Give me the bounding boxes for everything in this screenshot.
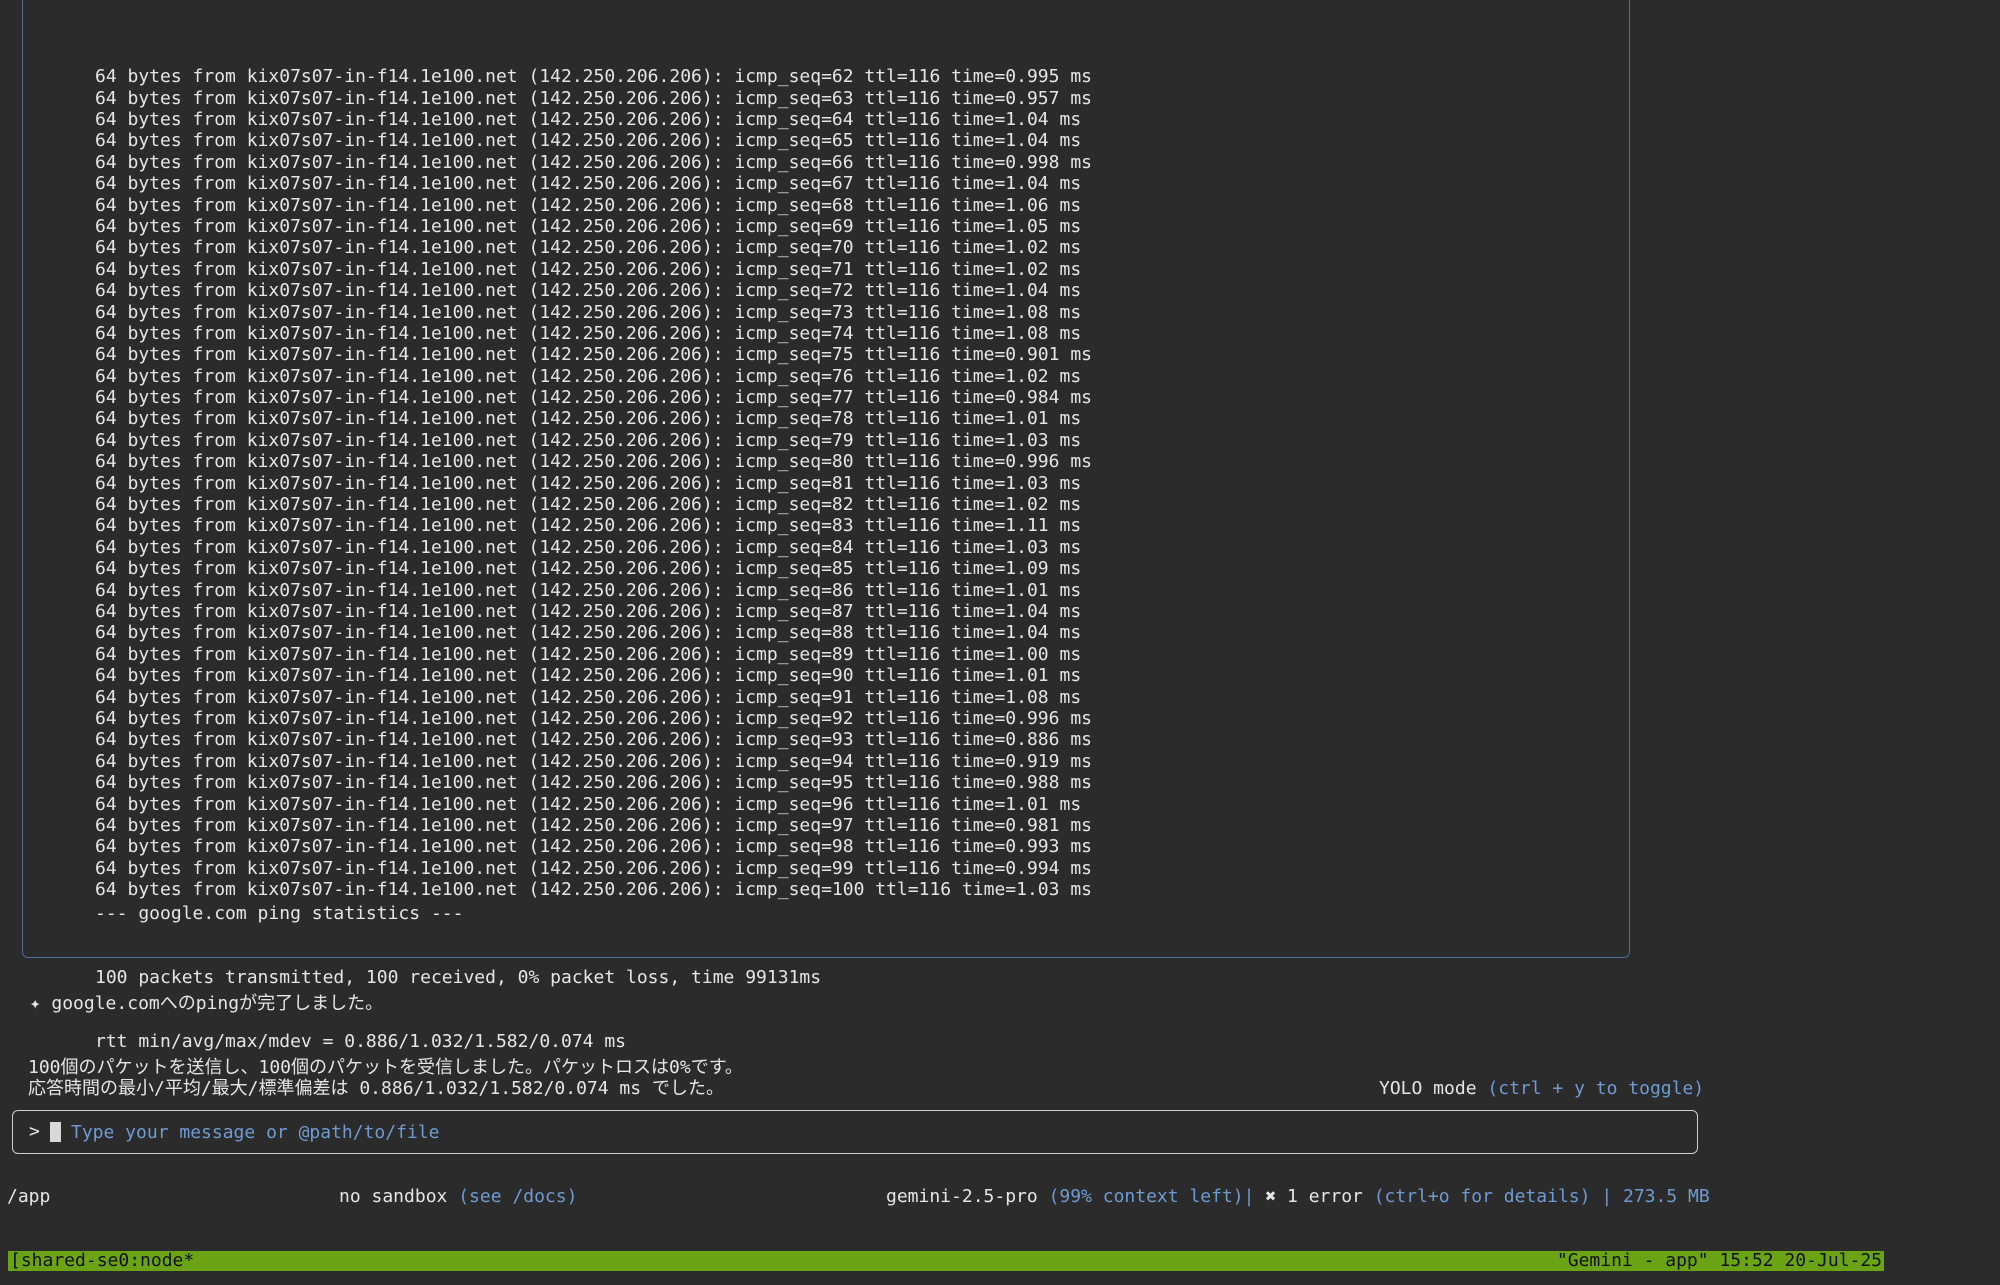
tmux-session[interactable]: [shared-se0:node* [10, 1251, 194, 1271]
ping-line: 64 bytes from kix07s07-in-f14.1e100.net … [95, 429, 1082, 451]
cwd-path: /app [7, 1186, 51, 1207]
ping-line: 64 bytes from kix07s07-in-f14.1e100.net … [95, 322, 1082, 344]
ping-line: 64 bytes from kix07s07-in-f14.1e100.net … [95, 173, 1082, 195]
ping-line: 64 bytes from kix07s07-in-f14.1e100.net … [95, 194, 1082, 216]
context-left: (99% context left) [1048, 1186, 1244, 1207]
ping-line: 64 bytes from kix07s07-in-f14.1e100.net … [95, 536, 1082, 558]
tmux-status-bar: [shared-se0:node* "Gemini - app" 15:52 2… [8, 1251, 1884, 1271]
ping-line: 64 bytes from kix07s07-in-f14.1e100.net … [95, 772, 1092, 794]
model-status: gemini-2.5-pro (99% context left)| ✖ 1 e… [886, 1186, 1710, 1207]
ping-output: 64 bytes from kix07s07-in-f14.1e100.net … [95, 2, 1092, 900]
assistant-body: 100個のパケットを送信し、100個のパケットを受信しました。パケットロスは0%… [8, 1057, 743, 1100]
ping-line: 64 bytes from kix07s07-in-f14.1e100.net … [95, 344, 1092, 366]
ping-line: 64 bytes from kix07s07-in-f14.1e100.net … [95, 258, 1082, 280]
error-icon: ✖ [1265, 1186, 1277, 1207]
ping-line: 64 bytes from kix07s07-in-f14.1e100.net … [95, 494, 1082, 516]
ping-line: 64 bytes from kix07s07-in-f14.1e100.net … [95, 814, 1092, 836]
message-input[interactable] [69, 1115, 1673, 1149]
prompt-chevron-icon: > [29, 1121, 40, 1142]
ping-line: 64 bytes from kix07s07-in-f14.1e100.net … [95, 750, 1092, 772]
tool-output-box: 64 bytes from kix07s07-in-f14.1e100.net … [22, 0, 1630, 1052]
ping-line: 64 bytes from kix07s07-in-f14.1e100.net … [95, 836, 1092, 858]
ping-line: 64 bytes from kix07s07-in-f14.1e100.net … [95, 793, 1082, 815]
ping-line: 64 bytes from kix07s07-in-f14.1e100.net … [95, 600, 1082, 622]
ping-line: 64 bytes from kix07s07-in-f14.1e100.net … [95, 558, 1082, 580]
ping-line: 64 bytes from kix07s07-in-f14.1e100.net … [95, 130, 1082, 152]
tmux-window-title: "Gemini - app" 15:52 20-Jul-25 [1556, 1250, 1882, 1271]
ping-line: 64 bytes from kix07s07-in-f14.1e100.net … [95, 66, 1092, 88]
assistant-line-1: 100個のパケットを送信し、100個のパケットを受信しました。パケットロスは0%… [28, 1056, 743, 1078]
error-details-hint: (ctrl+o for details) [1373, 1186, 1591, 1207]
ping-line: 64 bytes from kix07s07-in-f14.1e100.net … [95, 387, 1092, 409]
ping-line: 64 bytes from kix07s07-in-f14.1e100.net … [95, 472, 1082, 494]
ping-line: 64 bytes from kix07s07-in-f14.1e100.net … [95, 622, 1082, 644]
sandbox-label: no sandbox [339, 1186, 448, 1207]
ping-line: 64 bytes from kix07s07-in-f14.1e100.net … [95, 686, 1082, 708]
footer-separator: | [1243, 1186, 1255, 1207]
ping-line: 64 bytes from kix07s07-in-f14.1e100.net … [95, 643, 1082, 665]
message-input-box[interactable]: > [12, 1110, 1698, 1154]
ping-line: 64 bytes from kix07s07-in-f14.1e100.net … [95, 665, 1082, 687]
stats-header: --- google.com ping statistics --- [95, 902, 464, 924]
ping-line: 64 bytes from kix07s07-in-f14.1e100.net … [95, 729, 1092, 751]
sandbox-docs-hint: (see /docs) [458, 1186, 578, 1207]
ping-line: 64 bytes from kix07s07-in-f14.1e100.net … [95, 451, 1092, 473]
error-count[interactable]: 1 error [1287, 1186, 1363, 1207]
yolo-mode-label: YOLO mode [1379, 1078, 1477, 1099]
ping-line: 64 bytes from kix07s07-in-f14.1e100.net … [95, 301, 1082, 323]
ping-line: 64 bytes from kix07s07-in-f14.1e100.net … [95, 365, 1082, 387]
ping-line: 64 bytes from kix07s07-in-f14.1e100.net … [95, 151, 1092, 173]
ping-line: 64 bytes from kix07s07-in-f14.1e100.net … [95, 515, 1082, 537]
yolo-mode-hint: (ctrl + y to toggle) [1487, 1078, 1705, 1099]
assistant-message: ✦ google.comへのpingが完了しました。 100個のパケットを送信し… [8, 971, 743, 1121]
memory-usage: | 273.5 MB [1601, 1186, 1710, 1207]
ping-line: 64 bytes from kix07s07-in-f14.1e100.net … [95, 215, 1082, 237]
text-cursor [50, 1122, 61, 1142]
assistant-headline: google.comへのpingが完了しました。 [51, 992, 384, 1014]
ping-line: 64 bytes from kix07s07-in-f14.1e100.net … [95, 707, 1092, 729]
sandbox-status: no sandbox (see /docs) [339, 1186, 577, 1207]
sparkle-icon: ✦ [29, 992, 41, 1014]
ping-line: 64 bytes from kix07s07-in-f14.1e100.net … [95, 408, 1082, 430]
model-name: gemini-2.5-pro [886, 1186, 1038, 1207]
assistant-line-2: 応答時間の最小/平均/最大/標準偏差は 0.886/1.032/1.582/0.… [28, 1078, 724, 1099]
ping-line: 64 bytes from kix07s07-in-f14.1e100.net … [95, 87, 1092, 109]
ping-line: 64 bytes from kix07s07-in-f14.1e100.net … [95, 280, 1082, 302]
ping-line: 64 bytes from kix07s07-in-f14.1e100.net … [95, 579, 1082, 601]
yolo-mode-indicator: YOLO mode (ctrl + y to toggle) [1379, 1078, 1704, 1099]
ping-line: 64 bytes from kix07s07-in-f14.1e100.net … [95, 109, 1082, 130]
ping-line: 64 bytes from kix07s07-in-f14.1e100.net … [95, 237, 1082, 259]
